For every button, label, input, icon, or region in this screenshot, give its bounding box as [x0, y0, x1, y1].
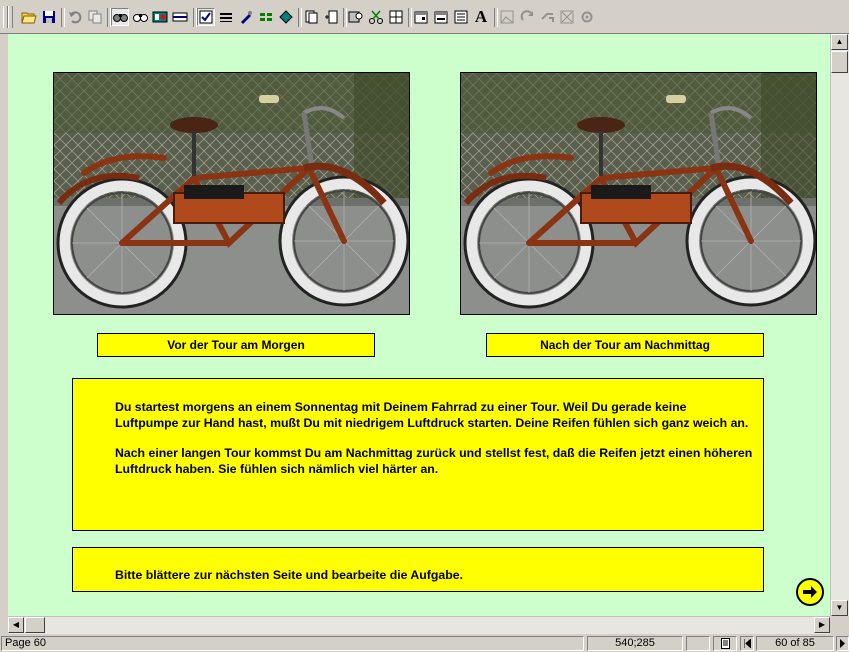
bar-icon[interactable]: [171, 8, 189, 26]
link-icon[interactable]: [538, 8, 556, 26]
scroll-left-button[interactable]: ◀: [8, 617, 24, 633]
brush-icon[interactable]: [237, 8, 255, 26]
vertical-scrollbar[interactable]: ▲ ▼: [830, 34, 849, 616]
cross-image-icon[interactable]: [558, 8, 576, 26]
shape-icon[interactable]: [277, 8, 295, 26]
scissors-icon[interactable]: [367, 8, 385, 26]
copy-icon[interactable]: [86, 8, 104, 26]
scroll-thumb[interactable]: [831, 51, 848, 73]
add-page-icon[interactable]: [322, 8, 340, 26]
next-page-button[interactable]: [796, 578, 824, 606]
horizontal-scrollbar[interactable]: ◀ ▶: [8, 616, 830, 634]
status-coordinates: 540;285: [587, 636, 683, 651]
checkbox-icon[interactable]: [197, 8, 215, 26]
toolbar: A: [0, 0, 849, 34]
open-icon[interactable]: [20, 8, 38, 26]
status-spacer: [686, 636, 710, 651]
previous-page-button[interactable]: [740, 636, 754, 651]
story-paragraph-2: Nach einer langen Tour kommst Du am Nach…: [115, 446, 753, 476]
bike-photo-afternoon: [460, 72, 817, 315]
caption-afternoon: Nach der Tour am Nachmittag: [486, 333, 764, 357]
grid-icon[interactable]: [257, 8, 275, 26]
bike-photo-morning: [53, 72, 410, 315]
arrow-right-circle-icon: [803, 586, 817, 598]
font-glyph: A: [474, 7, 488, 26]
status-page-counter: 60 of 85: [756, 636, 834, 651]
rotate-icon[interactable]: [518, 8, 536, 26]
settings-icon[interactable]: [578, 8, 596, 26]
story-paragraph-1: Du startest morgens an einem Sonnentag m…: [115, 400, 749, 430]
hscroll-thumb[interactable]: [25, 617, 45, 633]
table-icon[interactable]: [387, 8, 405, 26]
story-box: Du startest morgens an einem Sonnentag m…: [72, 378, 764, 531]
next-page-status-button[interactable]: [836, 636, 849, 651]
save-icon[interactable]: [40, 8, 58, 26]
font-icon[interactable]: A: [472, 7, 490, 26]
status-page-label: Page 60: [1, 636, 584, 651]
scroll-up-button[interactable]: ▲: [831, 34, 848, 50]
zoom-icon[interactable]: [347, 8, 365, 26]
instruction-text: Bitte blättere zur nächsten Seite und be…: [115, 568, 464, 582]
undo-icon[interactable]: [66, 8, 84, 26]
form-icon[interactable]: [412, 8, 430, 26]
form2-icon[interactable]: [432, 8, 450, 26]
scrollbar-corner: [830, 616, 849, 634]
scroll-down-button[interactable]: ▼: [831, 600, 848, 616]
status-bar: Page 60 540;285 60 of 85: [0, 634, 849, 652]
scroll-right-button[interactable]: ▶: [814, 617, 830, 633]
page-view-icon[interactable]: [713, 636, 737, 651]
color-palette-icon[interactable]: [151, 8, 169, 26]
binoculars-outline-icon[interactable]: [131, 8, 149, 26]
image-icon[interactable]: [498, 8, 516, 26]
page-icon[interactable]: [302, 8, 320, 26]
caption-morning: Vor der Tour am Morgen: [97, 333, 375, 357]
page-canvas: Vor der Tour am Morgen Nach der Tour am …: [8, 34, 830, 616]
binoculars-icon[interactable]: [111, 8, 129, 26]
toolbar-grip[interactable]: [8, 6, 13, 28]
instruction-box: Bitte blättere zur nächsten Seite und be…: [72, 547, 764, 592]
lines-icon[interactable]: [217, 8, 235, 26]
list-icon[interactable]: [452, 8, 470, 26]
